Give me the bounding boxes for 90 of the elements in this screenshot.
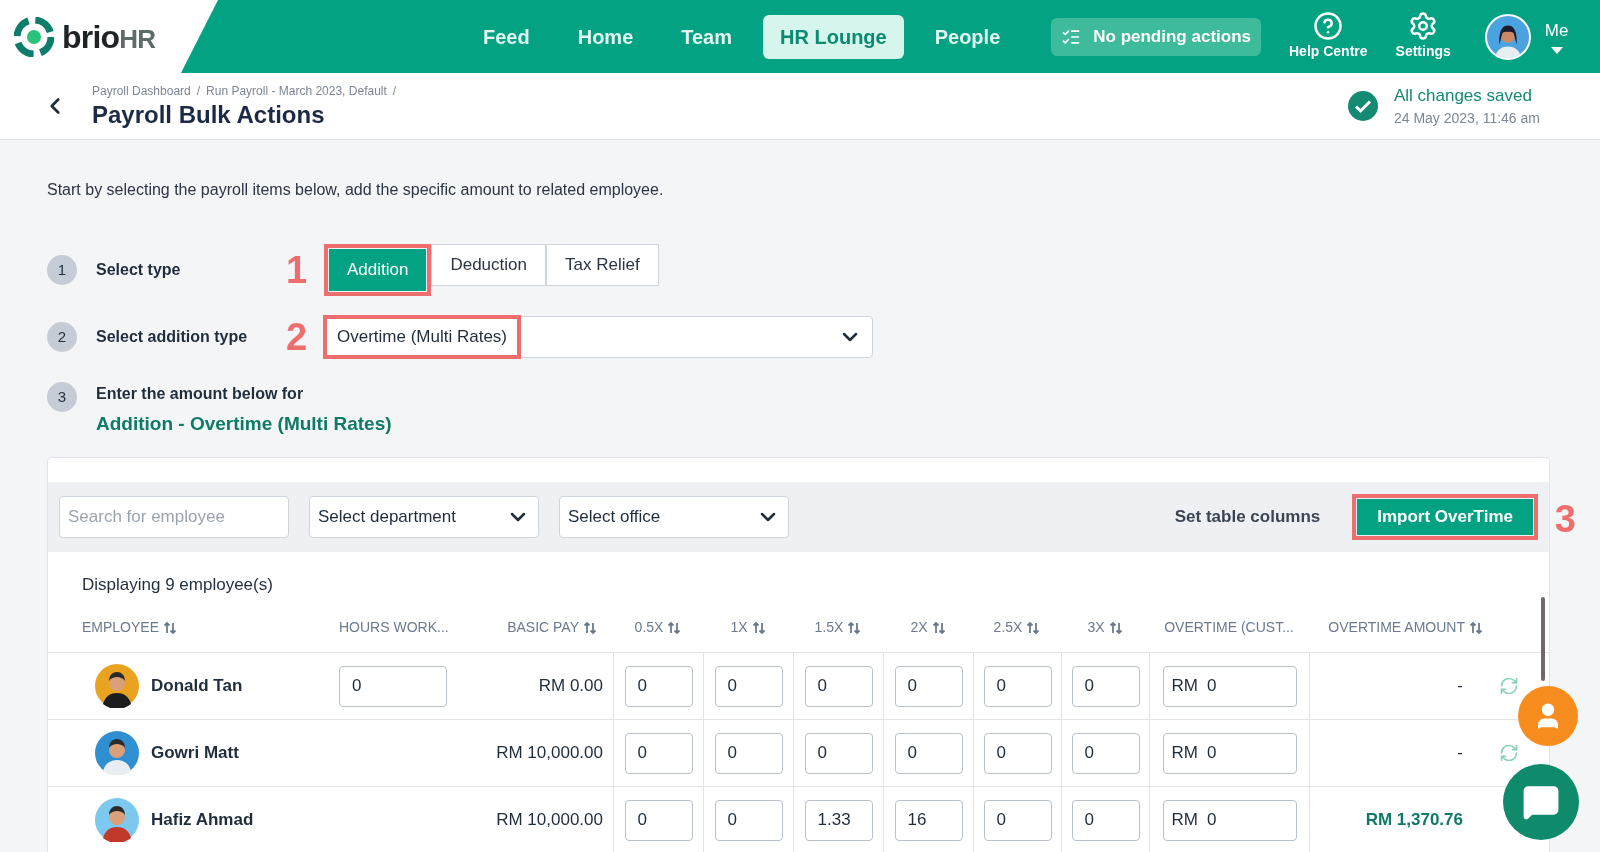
rate-hours-field[interactable]: 0 [894, 732, 963, 774]
basic-pay: RM 0.00 [538, 675, 603, 698]
employee-name: Gowri Matt [151, 742, 239, 765]
basic-pay: RM 10,000.00 [496, 742, 603, 765]
rate-hours-field[interactable]: 0 [1071, 732, 1140, 774]
annotation-frame: Overtime (Multi Rates) [323, 315, 522, 359]
rate-hours-field[interactable]: 0 [894, 665, 963, 707]
rate-hours-field[interactable]: 0 [1071, 665, 1140, 707]
sort-icon[interactable] [667, 620, 682, 635]
custom-overtime-field[interactable]: RM 0 [1162, 799, 1297, 841]
column-header[interactable]: OVERTIME AMOUNT [1328, 617, 1465, 638]
breadcrumb-link[interactable]: Payroll Dashboard [92, 82, 191, 100]
breadcrumb-separator: / [196, 83, 201, 100]
filter-dropdown[interactable]: Select office [559, 495, 789, 538]
step-number: 3 [47, 382, 77, 412]
breadcrumb-separator: / [392, 83, 397, 100]
rate-hours-field[interactable]: 0 [714, 799, 783, 841]
rate-hours-field[interactable]: 1.33 [804, 799, 873, 841]
rate-hours-field[interactable]: 0 [624, 732, 693, 774]
overtime-amount: - [1457, 742, 1463, 765]
sort-icon[interactable] [1026, 620, 1041, 635]
sort-icon[interactable] [1108, 620, 1123, 635]
settings-icon [1408, 11, 1439, 41]
column-header: OVERTIME (CUST... [1164, 618, 1294, 637]
rate-hours-field[interactable]: 0 [983, 665, 1052, 707]
step-number: 1 [47, 255, 77, 285]
step-label: Enter the amount below for [96, 384, 305, 404]
custom-overtime-field[interactable]: RM 0 [1162, 732, 1297, 774]
employee-name: Hafiz Ahmad [151, 809, 254, 832]
search-field[interactable]: Search for employee [59, 495, 289, 538]
saved-timestamp: 24 May 2023, 11:46 am [1393, 109, 1540, 129]
rate-hours-field[interactable]: 0 [624, 799, 693, 841]
save-status: All changes saved [1393, 84, 1533, 107]
avatar [95, 798, 139, 842]
intro-text: Start by selecting the payroll items below, add the specific amount to related employee. [47, 180, 665, 200]
rate-hours-field[interactable]: 16 [894, 799, 963, 841]
basic-pay: RM 10,000.00 [496, 809, 603, 832]
rate-hours-field[interactable]: 0 [804, 665, 873, 707]
column-header[interactable]: 3X [1087, 617, 1105, 638]
column-header[interactable]: 2X [910, 617, 928, 638]
filter-dropdown[interactable]: Select department [309, 495, 539, 538]
profile-fab[interactable] [1518, 686, 1578, 746]
chat-icon [1522, 783, 1560, 821]
avatar [95, 664, 139, 708]
nav-tab[interactable]: HR Lounge [763, 14, 904, 59]
logo-icon [14, 16, 54, 57]
rate-hours-field[interactable]: 0 [714, 665, 783, 707]
overtime-amount: - [1457, 675, 1463, 698]
annotation-number: 2 [286, 315, 308, 358]
sort-icon[interactable] [583, 620, 597, 635]
addition-type-select[interactable]: Overtime (Multi Rates) [324, 316, 873, 358]
step-label: Select type [96, 260, 182, 280]
breadcrumb-link[interactable]: Run Payroll - March 2023, Default [206, 82, 387, 100]
employee-count: Displaying 9 employee(s) [82, 573, 274, 596]
employee-name: Donald Tan [151, 675, 243, 698]
rate-hours-field[interactable]: 0 [804, 732, 873, 774]
rate-hours-field[interactable]: 0 [983, 732, 1052, 774]
caret-icon [1550, 47, 1563, 56]
column-header[interactable]: 2.5X [993, 617, 1023, 638]
avatar [95, 731, 139, 775]
rate-hours-field[interactable]: 0 [624, 665, 693, 707]
rate-hours-field[interactable]: 0 [714, 732, 783, 774]
sort-icon[interactable] [847, 620, 862, 635]
custom-overtime-field[interactable]: RM 0 [1162, 665, 1297, 707]
sort-icon[interactable] [1469, 620, 1483, 635]
brand-logo-text: brioHR [62, 17, 156, 57]
step-label: Select addition type [96, 327, 249, 347]
step-number: 2 [47, 322, 77, 352]
annotation-number: 1 [286, 248, 308, 291]
sort-icon[interactable] [163, 620, 178, 635]
column-header[interactable]: EMPLOYEE [82, 617, 160, 638]
sort-icon[interactable] [931, 620, 946, 635]
column-header[interactable]: 0.5X [634, 617, 664, 638]
type-toggle[interactable]: Deduction [431, 244, 546, 286]
rate-hours-field[interactable]: 0 [1071, 799, 1140, 841]
annotation-number: 3 [1554, 497, 1576, 540]
hours-field[interactable]: 0 [339, 665, 447, 707]
help-icon [1313, 11, 1344, 41]
rate-hours-field[interactable]: 0 [983, 799, 1052, 841]
type-toggle[interactable]: Tax Relief [546, 244, 659, 286]
sort-icon[interactable] [751, 620, 766, 635]
column-header: HOURS WORK... [339, 618, 449, 637]
check-circle-icon [1347, 91, 1378, 121]
column-header[interactable]: 1X [730, 617, 748, 638]
page-title: Payroll Bulk Actions [92, 100, 326, 130]
column-header[interactable]: BASIC PAY [507, 617, 579, 638]
step-subtitle: Addition - Overtime (Multi Rates) [96, 412, 392, 436]
set-table-columns-link[interactable]: Set table columns [1174, 503, 1321, 530]
column-header[interactable]: 1.5X [814, 617, 844, 638]
overtime-amount: RM 1,370.76 [1365, 809, 1463, 832]
